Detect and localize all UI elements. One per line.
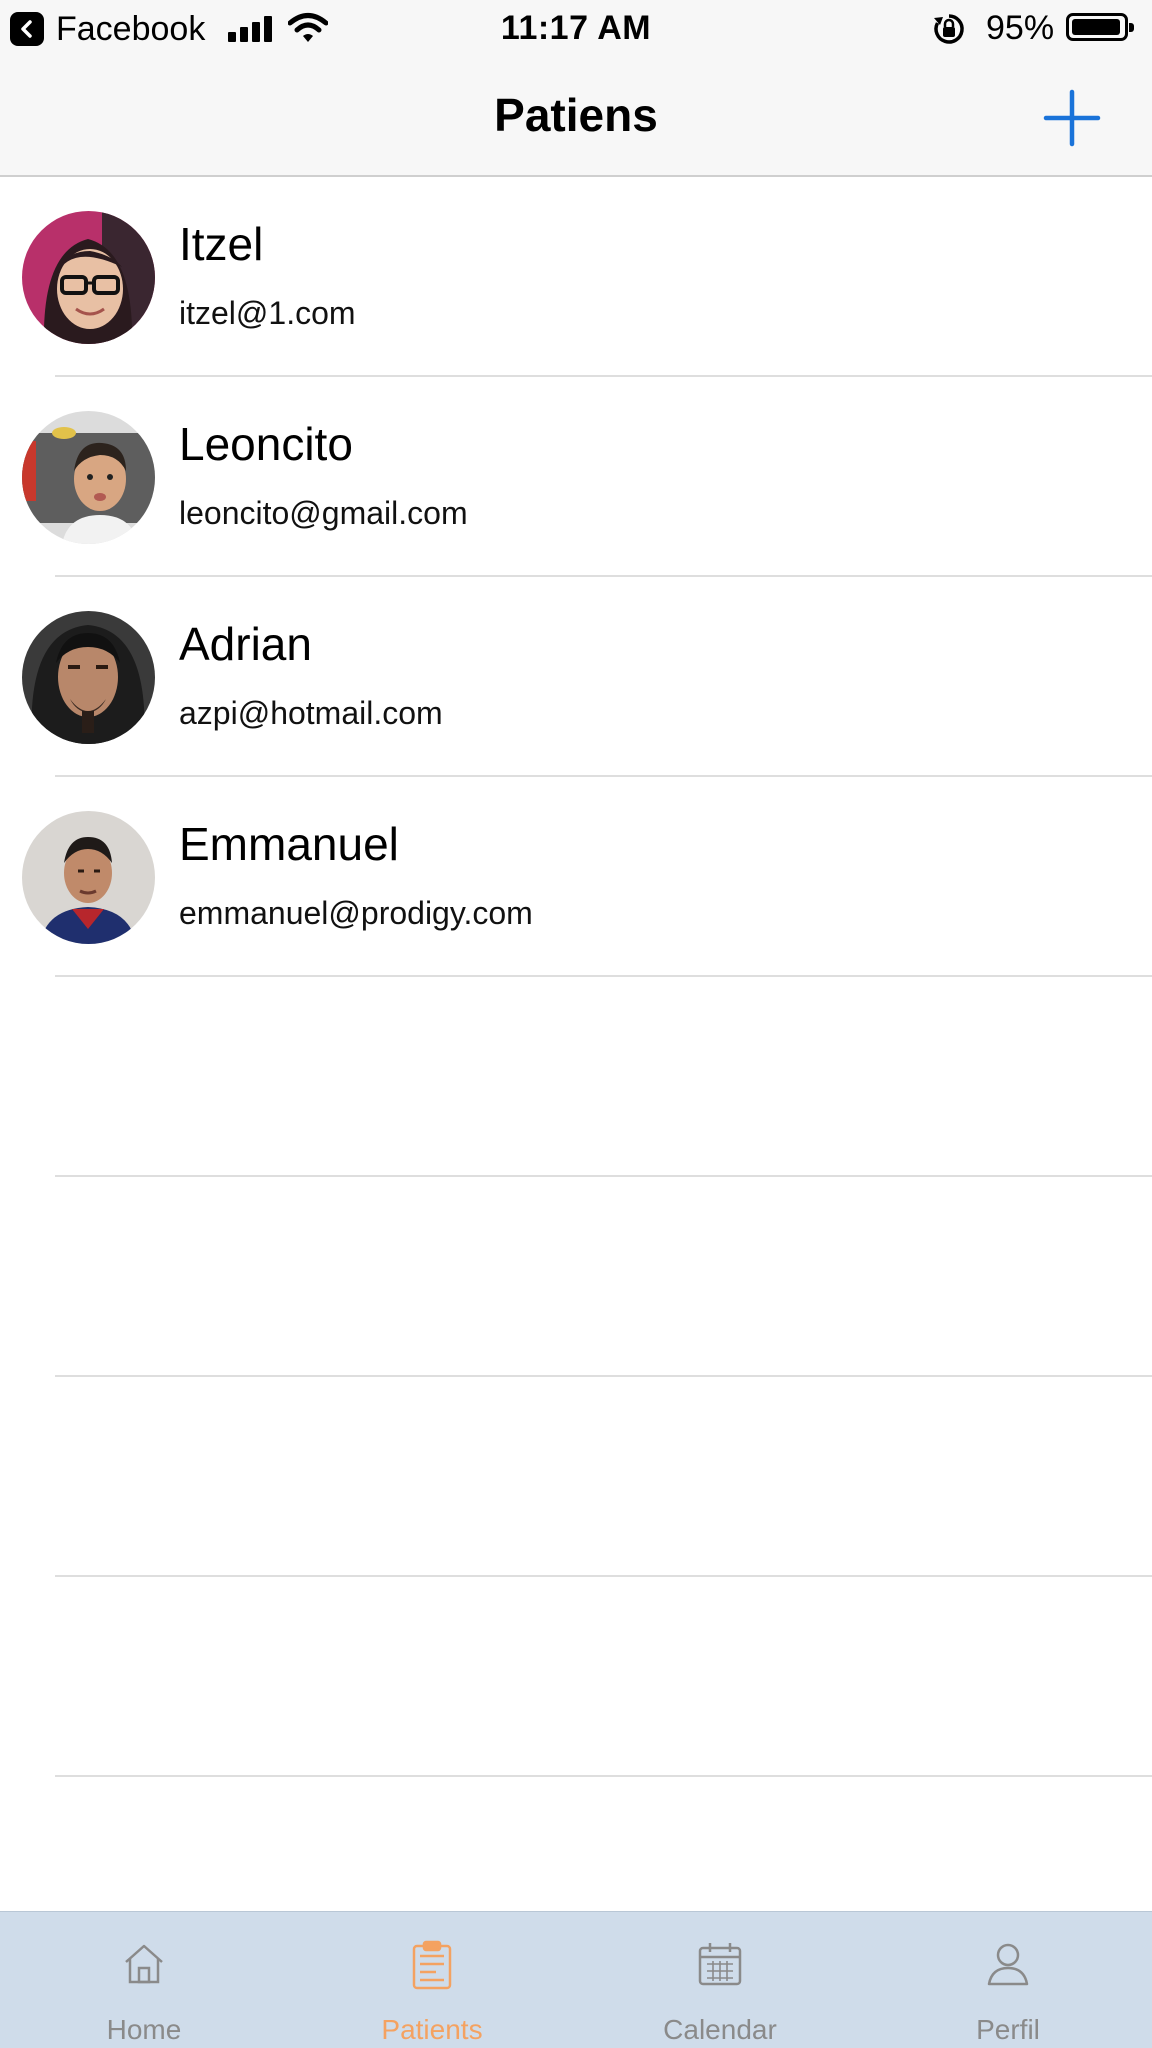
- tab-perfil[interactable]: Perfil: [864, 1912, 1152, 2048]
- page-title: Patiens: [494, 89, 658, 141]
- tab-label: Home: [106, 2014, 182, 2045]
- patient-avatar: [22, 611, 155, 744]
- battery-percent: 95%: [986, 9, 1055, 47]
- patient-name: Itzel: [179, 218, 264, 270]
- add-patient-button[interactable]: [1040, 86, 1104, 150]
- empty-row: [0, 1577, 1152, 1777]
- patient-email: itzel@1.com: [179, 295, 356, 331]
- tab-patients[interactable]: Patients: [288, 1912, 576, 2048]
- patient-row[interactable]: Itzel itzel@1.com: [0, 177, 1152, 377]
- empty-row: [0, 1177, 1152, 1377]
- patient-row[interactable]: Emmanuel emmanuel@prodigy.com: [0, 777, 1152, 977]
- row-divider: [55, 1775, 1152, 1777]
- patient-avatar: [22, 411, 155, 544]
- patient-row[interactable]: Leoncito leoncito@gmail.com: [0, 377, 1152, 577]
- tab-label: Patients: [381, 2014, 483, 2045]
- patient-avatar: [22, 811, 155, 944]
- patient-email: leoncito@gmail.com: [179, 495, 468, 531]
- rotation-lock-icon: [932, 12, 966, 51]
- status-time: 11:17 AM: [500, 9, 652, 47]
- calendar-icon: [698, 1943, 742, 1986]
- tab-calendar[interactable]: Calendar: [576, 1912, 864, 2048]
- patient-list: Itzel itzel@1.com Leoncito leoncito@gmai…: [0, 177, 1152, 1777]
- patient-name: Adrian: [179, 618, 312, 670]
- tab-label: Perfil: [976, 2014, 1040, 2045]
- tab-bar: Home Patients Calendar Perfil: [0, 1911, 1152, 2048]
- tab-label: Calendar: [663, 2014, 777, 2045]
- house-icon: [125, 1944, 163, 1984]
- patient-name: Leoncito: [179, 418, 353, 470]
- person-icon: [987, 1943, 1029, 1986]
- battery-level-fill: [1072, 19, 1120, 35]
- navigation-bar: Patiens: [0, 58, 1152, 177]
- empty-row: [0, 1377, 1152, 1577]
- tab-home[interactable]: Home: [0, 1912, 288, 2048]
- status-bar: Facebook 11:17 AM 95%: [0, 0, 1152, 58]
- clipboard-icon: [412, 1940, 452, 1990]
- patient-avatar: [22, 211, 155, 344]
- plus-icon: [1043, 89, 1101, 147]
- patient-email: emmanuel@prodigy.com: [179, 895, 533, 931]
- empty-row: [0, 977, 1152, 1177]
- patient-name: Emmanuel: [179, 818, 399, 870]
- patient-row[interactable]: Adrian azpi@hotmail.com: [0, 577, 1152, 777]
- battery-icon: [1066, 13, 1134, 41]
- patient-email: azpi@hotmail.com: [179, 695, 443, 731]
